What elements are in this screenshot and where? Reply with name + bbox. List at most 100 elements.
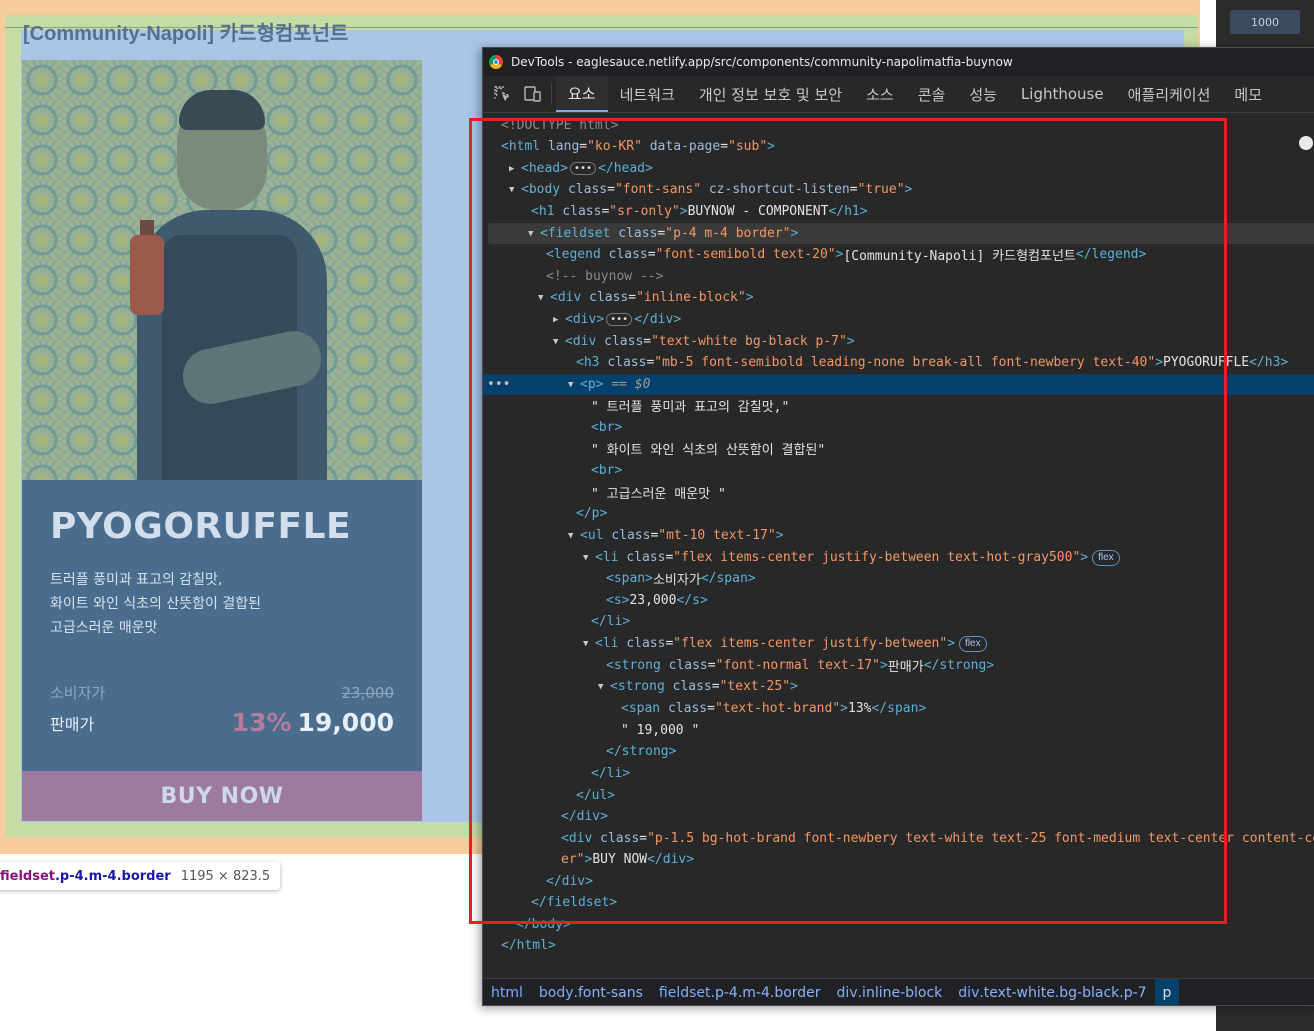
dom-text-node[interactable]: " 19,000 " (483, 720, 1314, 741)
chrome-icon (489, 55, 503, 69)
dom-node-body[interactable]: ▼ <body class = "font-sans" cz-shortcut-lis… (483, 179, 1314, 200)
dom-node-br[interactable]: <br> (483, 417, 1314, 438)
sale-price: 19,000 (297, 708, 394, 737)
ellipsis-icon[interactable]: ••• (569, 162, 597, 175)
dom-node-h3[interactable]: <h3 class = "mb-5 font-semibold leading-no… (483, 352, 1314, 373)
tab-privacy-security[interactable]: 개인 정보 보호 및 보안 (687, 76, 854, 112)
tab-elements[interactable]: 요소 (556, 76, 608, 112)
dom-node-span-brand[interactable]: <span class = "text-hot-brand" >13% </span> (483, 698, 1314, 719)
dom-node-body-close[interactable]: </body> (483, 914, 1314, 935)
breadcrumb-p[interactable]: p (1154, 979, 1180, 1005)
dom-node-span[interactable]: <span> 소비자가 </span> (483, 568, 1314, 589)
dom-text-node[interactable]: " 트러플 풍미과 표고의 감칠맛," (483, 395, 1314, 416)
devtools-window: DevTools - eaglesauce.netlify.app/src/co… (482, 47, 1314, 1006)
product-description: 트러플 풍미과 표고의 감칠맛, 화이트 와인 식초의 산뜻함이 결합된 고급스… (50, 568, 261, 640)
tooltip-size: 1195 × 823.5 (180, 868, 271, 884)
expand-triangle-icon[interactable]: ▶ (553, 315, 563, 325)
breadcrumb-fieldset[interactable]: fieldset .p-4.m-4.border (651, 979, 829, 1005)
collapse-triangle-icon[interactable]: ▼ (598, 682, 608, 692)
dom-node-p-close[interactable]: </p> (483, 503, 1314, 524)
devtools-titlebar[interactable]: DevTools - eaglesauce.netlify.app/src/co… (483, 48, 1314, 76)
ruler-readout: 1000 (1230, 10, 1300, 34)
dom-node-html[interactable]: <html lang = "ko-KR" data-page = "sub" > (483, 136, 1314, 157)
tab-memory[interactable]: 메모 (1222, 76, 1274, 112)
dom-node-div-buy[interactable]: <div class = "p-1.5 bg-hot-brand font-newb… (483, 828, 1314, 849)
dom-node-div-collapsed[interactable]: ▶ <div> ••• </div> (483, 309, 1314, 330)
consumer-price-row: 소비자가 23,000 (50, 682, 394, 703)
desc-line: 고급스러운 매운맛 (50, 620, 158, 636)
tab-network[interactable]: 네트워크 (608, 76, 687, 112)
sale-price-row: 판매가 13% 19,000 (50, 708, 394, 737)
dom-node-strong-close[interactable]: </strong> (483, 741, 1314, 762)
dom-node-h1[interactable]: <h1 class = "sr-only" > BUYNOW - COMPONENT </… (483, 201, 1314, 222)
dom-node-div-inline-block[interactable]: ▼ <div class = "inline-block" > (483, 287, 1314, 308)
dom-node-li-close[interactable]: </li> (483, 611, 1314, 632)
desc-line: 트러플 풍미과 표고의 감칠맛, (50, 572, 223, 588)
dom-node-div-buy-cont[interactable]: er" > BUY NOW </div> (483, 849, 1314, 870)
dom-node-doctype[interactable]: <!DOCTYPE html> (483, 115, 1314, 136)
collapse-triangle-icon[interactable]: ▼ (568, 531, 578, 541)
dom-node-fieldset-close[interactable]: </fieldset> (483, 892, 1314, 913)
collapse-triangle-icon[interactable]: ▼ (509, 185, 519, 195)
dom-node-br[interactable]: <br> (483, 460, 1314, 481)
consumer-price-label: 소비자가 (50, 684, 106, 702)
dom-node-fieldset[interactable]: ▼ <fieldset class = "p-4 m-4 border" > (488, 223, 1314, 244)
dom-node-s[interactable]: <s> 23,000 </s> (483, 590, 1314, 611)
dom-text-node[interactable]: " 화이트 와인 식초의 산뜻함이 결합된" (483, 438, 1314, 459)
dom-node-div-black[interactable]: ▼ <div class = "text-white bg-black p-7" > (483, 331, 1314, 352)
flex-badge[interactable]: flex (959, 635, 987, 652)
devtools-title: DevTools - eaglesauce.netlify.app/src/co… (511, 55, 1013, 69)
tab-sources[interactable]: 소스 (854, 76, 906, 112)
collapse-triangle-icon[interactable]: ▼ (568, 380, 578, 390)
selected-node-marker: == $0 (611, 377, 651, 392)
expand-triangle-icon[interactable]: ▶ (509, 164, 519, 174)
flex-badge[interactable]: flex (1092, 549, 1120, 566)
dom-text-node[interactable]: " 고급스러운 매운맛 " (483, 482, 1314, 503)
chef-hair (179, 90, 265, 130)
desc-line: 화이트 와인 식초의 산뜻함이 결합된 (50, 596, 261, 612)
tab-performance[interactable]: 성능 (957, 76, 1009, 112)
buy-now-button[interactable]: BUY NOW (22, 771, 422, 821)
device-toolbar-icon[interactable] (521, 83, 552, 105)
dom-node-li-consumer[interactable]: ▼ <li class = "flex items-center justify-be… (483, 547, 1314, 568)
breadcrumb-html[interactable]: html (483, 979, 531, 1005)
dom-node-ul-close[interactable]: </ul> (483, 785, 1314, 806)
dom-node-li-close[interactable]: </li> (483, 763, 1314, 784)
dom-node-ul[interactable]: ▼ <ul class = "mt-10 text-17" > (483, 525, 1314, 546)
dom-node-strong-price[interactable]: ▼ <strong class = "text-25" > (483, 676, 1314, 697)
breadcrumb-div-inline[interactable]: div .inline-block (829, 979, 951, 1005)
fieldset-legend: [Community-Napoli] 카드형컴포넌트 (23, 23, 349, 45)
dom-node-legend[interactable]: <legend class = "font-semibold text-20" > [C… (483, 244, 1314, 265)
product-title: PYOGORUFFLE (50, 506, 352, 547)
dom-node-li-sale[interactable]: ▼ <li class = "flex items-center justify-be… (483, 633, 1314, 654)
dom-node-html-close[interactable]: </html> (483, 935, 1314, 956)
collapse-triangle-icon[interactable]: ▼ (538, 293, 548, 303)
dom-node-div-close[interactable]: </div> (483, 871, 1314, 892)
doctype-text: <!DOCTYPE html> (501, 118, 619, 133)
elements-tree: <!DOCTYPE html> <html lang = "ko-KR" data-… (483, 118, 1314, 978)
sale-price-group: 13% 19,000 (232, 708, 394, 737)
product-info-panel: PYOGORUFFLE 트러플 풍미과 표고의 감칠맛, 화이트 와인 식초의 … (22, 480, 422, 771)
consumer-price: 23,000 (341, 683, 395, 702)
discount-rate: 13% (231, 708, 292, 737)
dom-node-div-close[interactable]: </div> (483, 806, 1314, 827)
tooltip-selector: fieldset.p-4.m-4.border (0, 869, 171, 884)
inspect-element-icon[interactable] (491, 83, 513, 105)
collapse-triangle-icon[interactable]: ▼ (583, 639, 593, 649)
node-menu-icon[interactable]: ••• (487, 377, 510, 392)
product-image (22, 60, 422, 480)
tab-application[interactable]: 애플리케이션 (1116, 76, 1223, 112)
sale-price-label: 판매가 (50, 714, 95, 734)
tab-lighthouse[interactable]: Lighthouse (1009, 76, 1116, 112)
dom-node-p-selected[interactable]: ••• ▼ <p> == $0 (483, 374, 1314, 395)
dom-node-head[interactable]: ▶ <head> ••• </head> (483, 158, 1314, 179)
dom-node-strong[interactable]: <strong class = "font-normal text-17" > 판매가 <… (483, 655, 1314, 676)
breadcrumb-body[interactable]: body .font-sans (531, 979, 651, 1005)
ellipsis-icon[interactable]: ••• (606, 313, 633, 326)
collapse-triangle-icon[interactable]: ▼ (583, 553, 593, 563)
breadcrumb-div-black[interactable]: div .text-white.bg-black.p-7 (950, 979, 1154, 1005)
collapse-triangle-icon[interactable]: ▼ (553, 337, 563, 347)
dom-node-comment[interactable]: <!-- buynow --> (483, 266, 1314, 287)
tab-console[interactable]: 콘솔 (906, 76, 958, 112)
collapse-triangle-icon[interactable]: ▼ (528, 229, 538, 239)
